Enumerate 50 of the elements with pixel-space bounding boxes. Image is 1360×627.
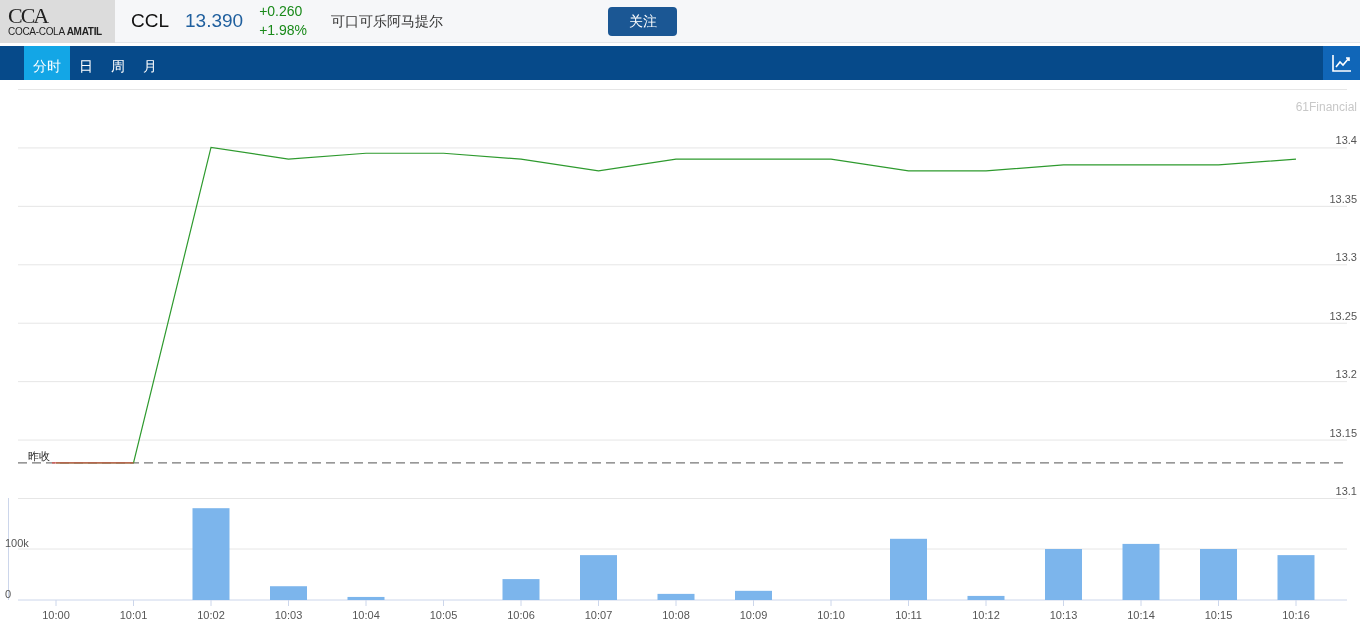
time-label: 10:15 <box>1204 609 1233 621</box>
volume-bar <box>347 596 385 600</box>
volume-bar <box>890 538 927 600</box>
axis-label: 13.3 <box>1335 251 1357 264</box>
percent-change: +1.98% <box>259 21 307 40</box>
company-name: 可口可乐阿马提尔 <box>331 11 443 31</box>
volume-bar <box>657 593 695 600</box>
time-label: 10:05 <box>429 609 458 621</box>
time-label: 10:08 <box>662 609 690 621</box>
time-label: 10:00 <box>42 609 70 621</box>
axis-label: 0 <box>5 588 12 600</box>
stock-price: 13.390 <box>185 8 244 33</box>
line-chart-icon[interactable] <box>1331 54 1352 72</box>
period-tab[interactable]: 日 <box>70 46 102 80</box>
follow-button[interactable]: 关注 <box>608 6 677 36</box>
volume-bar <box>967 595 1005 600</box>
time-label: 10:10 <box>817 609 845 621</box>
time-label: 10:13 <box>1049 609 1078 621</box>
time-label: 10:03 <box>274 609 303 621</box>
period-tab[interactable]: 月 <box>134 46 166 80</box>
time-label: 10:07 <box>584 609 613 621</box>
volume-bar <box>1277 555 1315 600</box>
time-label: 10:12 <box>972 609 1000 621</box>
axis-label: 13.35 <box>1329 192 1357 205</box>
time-label: 10:16 <box>1282 609 1310 621</box>
period-tab[interactable]: 周 <box>102 46 134 80</box>
axis-label: 13.15 <box>1329 426 1357 439</box>
volume-bar <box>580 555 617 600</box>
time-label: 10:09 <box>739 609 768 621</box>
logo: CCA COCA-COLA AMATIL <box>0 0 115 43</box>
volume-bar <box>1200 549 1237 600</box>
axis-label: 100k <box>5 537 29 549</box>
axis-label: 13.4 <box>1335 134 1357 147</box>
axis-label: 13.25 <box>1329 309 1357 322</box>
time-label: 10:04 <box>352 609 380 621</box>
axis-label: 13.2 <box>1335 368 1357 381</box>
time-label: 10:01 <box>119 609 148 621</box>
volume-bar <box>502 579 540 600</box>
stock-symbol: CCL <box>131 8 169 33</box>
time-label: 10:14 <box>1127 609 1155 621</box>
price-change: +0.260 <box>259 2 304 21</box>
time-label: 10:02 <box>197 609 225 621</box>
time-label: 10:11 <box>895 609 922 621</box>
volume-bar <box>735 590 772 600</box>
axis-label: 13.1 <box>1335 485 1357 497</box>
volume-bar <box>270 586 307 600</box>
time-label: 10:06 <box>507 609 535 621</box>
volume-bar <box>1045 549 1082 600</box>
volume-bar <box>1122 543 1160 600</box>
previous-close-label: 昨收 <box>28 449 50 462</box>
